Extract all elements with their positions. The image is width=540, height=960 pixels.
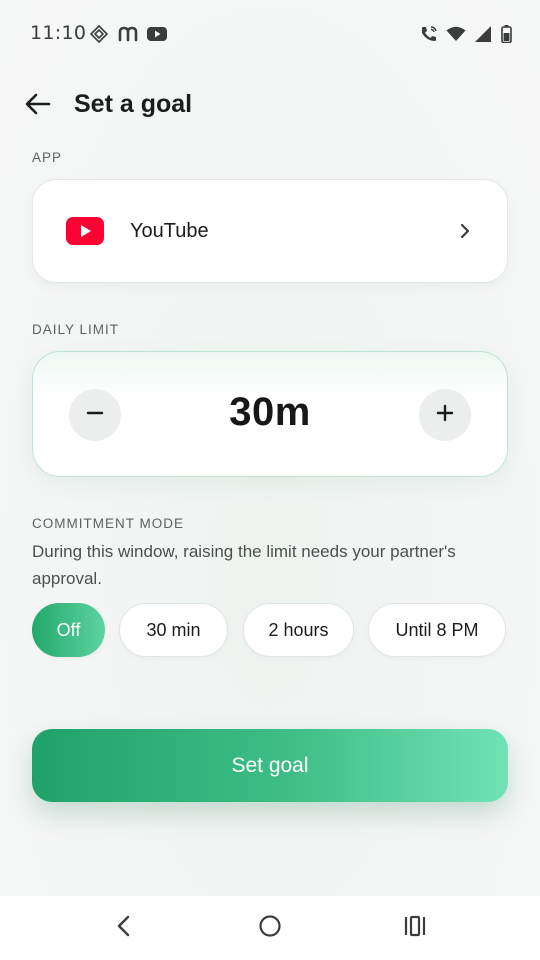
back-button[interactable] — [20, 88, 56, 124]
status-time: 11:10 — [30, 22, 87, 44]
commitment-description: During this window, raising the limit ne… — [32, 542, 456, 588]
nav-back-icon — [114, 914, 134, 942]
daily-limit-card: 30m — [32, 351, 508, 477]
commitment-option-until-8pm[interactable]: Until 8 PM — [368, 603, 506, 657]
daily-limit-label: DAILY LIMIT — [32, 322, 120, 337]
diamond-grid-icon — [89, 24, 109, 44]
system-nav-bar — [0, 896, 540, 960]
arrow-left-icon — [25, 93, 51, 119]
commitment-mode-label: COMMITMENT MODE — [32, 516, 184, 531]
signal-icon — [473, 24, 493, 44]
nav-recents-icon — [403, 915, 427, 941]
m-app-icon — [118, 24, 138, 44]
youtube-notification-icon — [147, 24, 167, 44]
nav-home-icon — [258, 914, 282, 942]
wifi-call-icon — [419, 24, 439, 44]
status-bar: 11:10 — [0, 0, 540, 68]
battery-icon — [500, 24, 512, 44]
page-title: Set a goal — [74, 90, 193, 118]
commitment-option-off[interactable]: Off — [32, 603, 105, 657]
nav-back-button[interactable] — [108, 912, 140, 944]
set-goal-button[interactable]: Set goal — [32, 729, 508, 802]
status-right-icons — [419, 24, 512, 44]
commitment-option-30-min[interactable]: 30 min — [119, 603, 228, 657]
nav-home-button[interactable] — [254, 912, 286, 944]
commitment-option-2-hours[interactable]: 2 hours — [243, 603, 354, 657]
increase-limit-button[interactable] — [419, 389, 471, 441]
status-left-icons — [89, 24, 167, 44]
app-section-label: APP — [32, 150, 63, 165]
app-name: YouTube — [130, 220, 209, 242]
plus-icon — [435, 403, 455, 427]
nav-recents-button[interactable] — [399, 912, 431, 944]
chevron-right-icon — [455, 221, 475, 241]
app-selector-card[interactable]: YouTube — [32, 179, 508, 283]
youtube-icon — [66, 217, 104, 245]
wifi-icon — [446, 24, 466, 44]
